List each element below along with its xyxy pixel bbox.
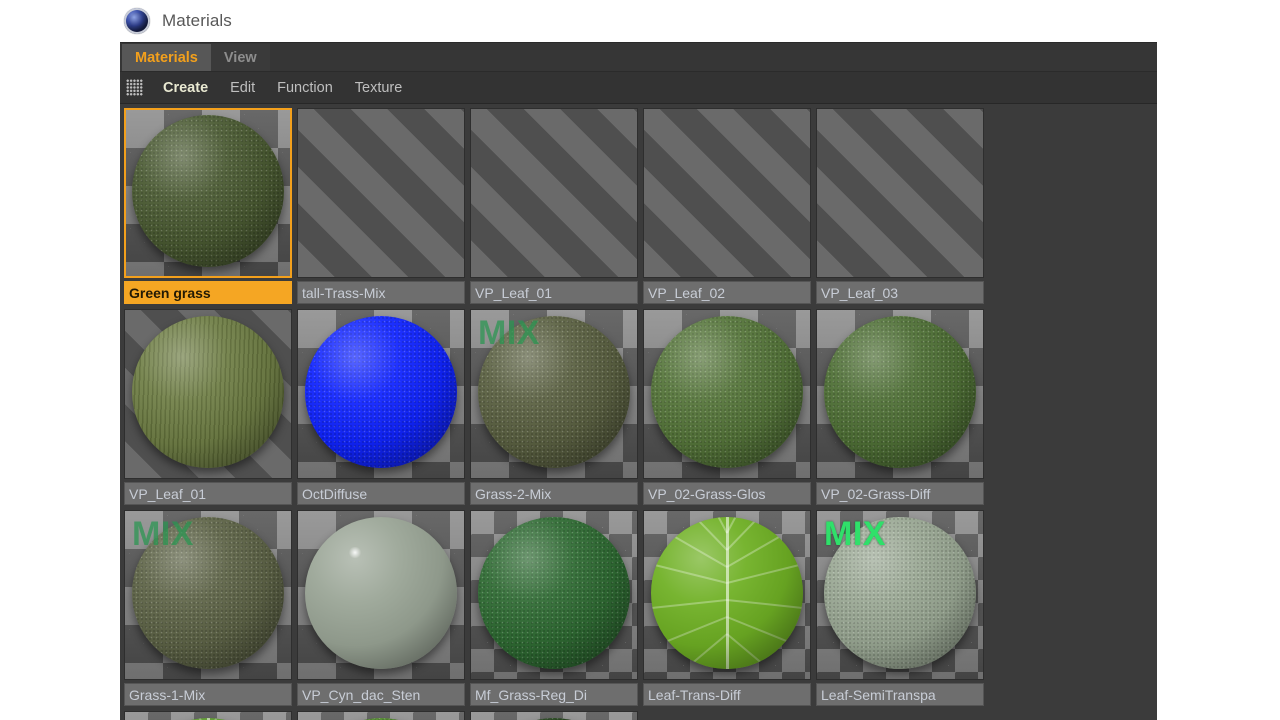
material-thumbnail[interactable]: MIX [297,711,465,720]
stripe-placeholder-background [471,109,637,277]
material-cell[interactable]: MIXLeaf-Trans-Mat2 [124,711,292,720]
material-cell[interactable]: VP_02-Grass-Diff [816,309,984,505]
material-thumbnail[interactable] [124,309,292,479]
material-name-label[interactable]: Leaf-SemiTranspa [816,683,984,706]
material-preview-sphere [305,316,457,468]
sphere-shading [305,316,457,468]
sphere-shading [305,517,457,669]
material-preview-sphere [651,316,803,468]
material-thumbnail[interactable]: MIX [124,711,292,720]
material-thumbnail[interactable] [816,309,984,479]
cinema4d-orb-icon [124,8,150,34]
sphere-shading [651,316,803,468]
material-cell[interactable]: MIX Grass-2-Mix [470,309,638,505]
material-name-label[interactable]: VP_Cyn_dac_Sten [297,683,465,706]
material-grid: Green grass tall-Trass-Mix VP_Leaf_01 VP_Le… [120,104,1157,720]
material-cell[interactable]: OctDiffuse [297,309,465,505]
material-name-label[interactable]: Grass-2-Mix [470,482,638,505]
material-thumbnail[interactable] [124,108,292,278]
material-name-label[interactable]: VP_Leaf_02 [643,281,811,304]
material-cell[interactable]: Leaf-Trans-Spec [470,711,638,720]
material-cell[interactable]: Leaf-Trans-Diff [643,510,811,706]
material-cell[interactable]: VP_Leaf_01 [470,108,638,304]
material-preview-sphere [305,517,457,669]
material-name-label[interactable]: VP_02-Grass-Glos [643,482,811,505]
material-thumbnail[interactable] [643,108,811,278]
tab-strip: Materials View [120,43,1157,72]
material-thumbnail[interactable] [470,510,638,680]
tab-view[interactable]: View [210,44,270,71]
material-thumbnail[interactable] [470,108,638,278]
material-thumbnail[interactable] [297,108,465,278]
material-thumbnail[interactable] [470,711,638,720]
material-cell[interactable]: VP_02-Grass-Glos [643,309,811,505]
menu-item-function[interactable]: Function [266,80,344,96]
material-thumbnail[interactable] [297,309,465,479]
material-thumbnail[interactable]: MIX [816,510,984,680]
material-cell[interactable]: VP_Leaf_02 [643,108,811,304]
sphere-shading [478,517,630,669]
material-cell[interactable]: MIX Grass-1-Mix [124,510,292,706]
material-cell[interactable]: tall-Trass-Mix [297,108,465,304]
stripe-placeholder-background [298,109,464,277]
material-thumbnail[interactable] [643,309,811,479]
material-preview-sphere [651,517,803,669]
menu-item-texture[interactable]: Texture [344,80,414,96]
mix-badge: MIX [132,515,194,553]
window-title: Materials [162,11,232,30]
material-name-label[interactable]: Green grass [124,281,292,304]
material-preview-sphere [478,517,630,669]
material-thumbnail[interactable] [297,510,465,680]
specular-highlight [347,547,362,559]
stripe-placeholder-background [817,109,983,277]
material-cell[interactable]: VP_Leaf_03 [816,108,984,304]
mix-badge: MIX [824,515,886,553]
drag-grip-icon[interactable] [126,79,143,96]
material-name-label[interactable]: VP_Leaf_03 [816,281,984,304]
sphere-shading [651,517,803,669]
material-cell[interactable]: Mf_Grass-Reg_Di [470,510,638,706]
material-thumbnail[interactable]: MIX [470,309,638,479]
sphere-shading [824,316,976,468]
material-preview-sphere [132,115,284,267]
material-name-label[interactable]: tall-Trass-Mix [297,281,465,304]
material-thumbnail[interactable] [816,108,984,278]
materials-panel: Materials View Create Edit Function Text… [120,42,1157,720]
tab-materials[interactable]: Materials [122,44,211,71]
sphere-shading [132,316,284,468]
stripe-placeholder-background [644,109,810,277]
material-name-label[interactable]: Grass-1-Mix [124,683,292,706]
material-name-label[interactable]: OctDiffuse [297,482,465,505]
menu-item-edit[interactable]: Edit [219,80,266,96]
material-cell[interactable]: MIXLeaf-Trans-Mat1 [297,711,465,720]
material-preview-sphere [132,316,284,468]
menu-item-create[interactable]: Create [152,80,219,96]
material-thumbnail[interactable]: MIX [124,510,292,680]
window-title-bar: Materials [120,0,1157,42]
material-name-label[interactable]: Mf_Grass-Reg_Di [470,683,638,706]
material-cell[interactable]: MIX Leaf-SemiTranspa [816,510,984,706]
material-name-label[interactable]: Leaf-Trans-Diff [643,683,811,706]
material-name-label[interactable]: VP_Leaf_01 [124,482,292,505]
material-preview-sphere [824,316,976,468]
sphere-shading [132,115,284,267]
material-name-label[interactable]: VP_02-Grass-Diff [816,482,984,505]
mix-badge: MIX [478,314,540,352]
material-cell[interactable]: Green grass [124,108,292,304]
material-cell[interactable]: VP_Cyn_dac_Sten [297,510,465,706]
material-cell[interactable]: VP_Leaf_01 [124,309,292,505]
menu-bar: Create Edit Function Texture [120,72,1157,104]
material-thumbnail[interactable] [643,510,811,680]
material-name-label[interactable]: VP_Leaf_01 [470,281,638,304]
